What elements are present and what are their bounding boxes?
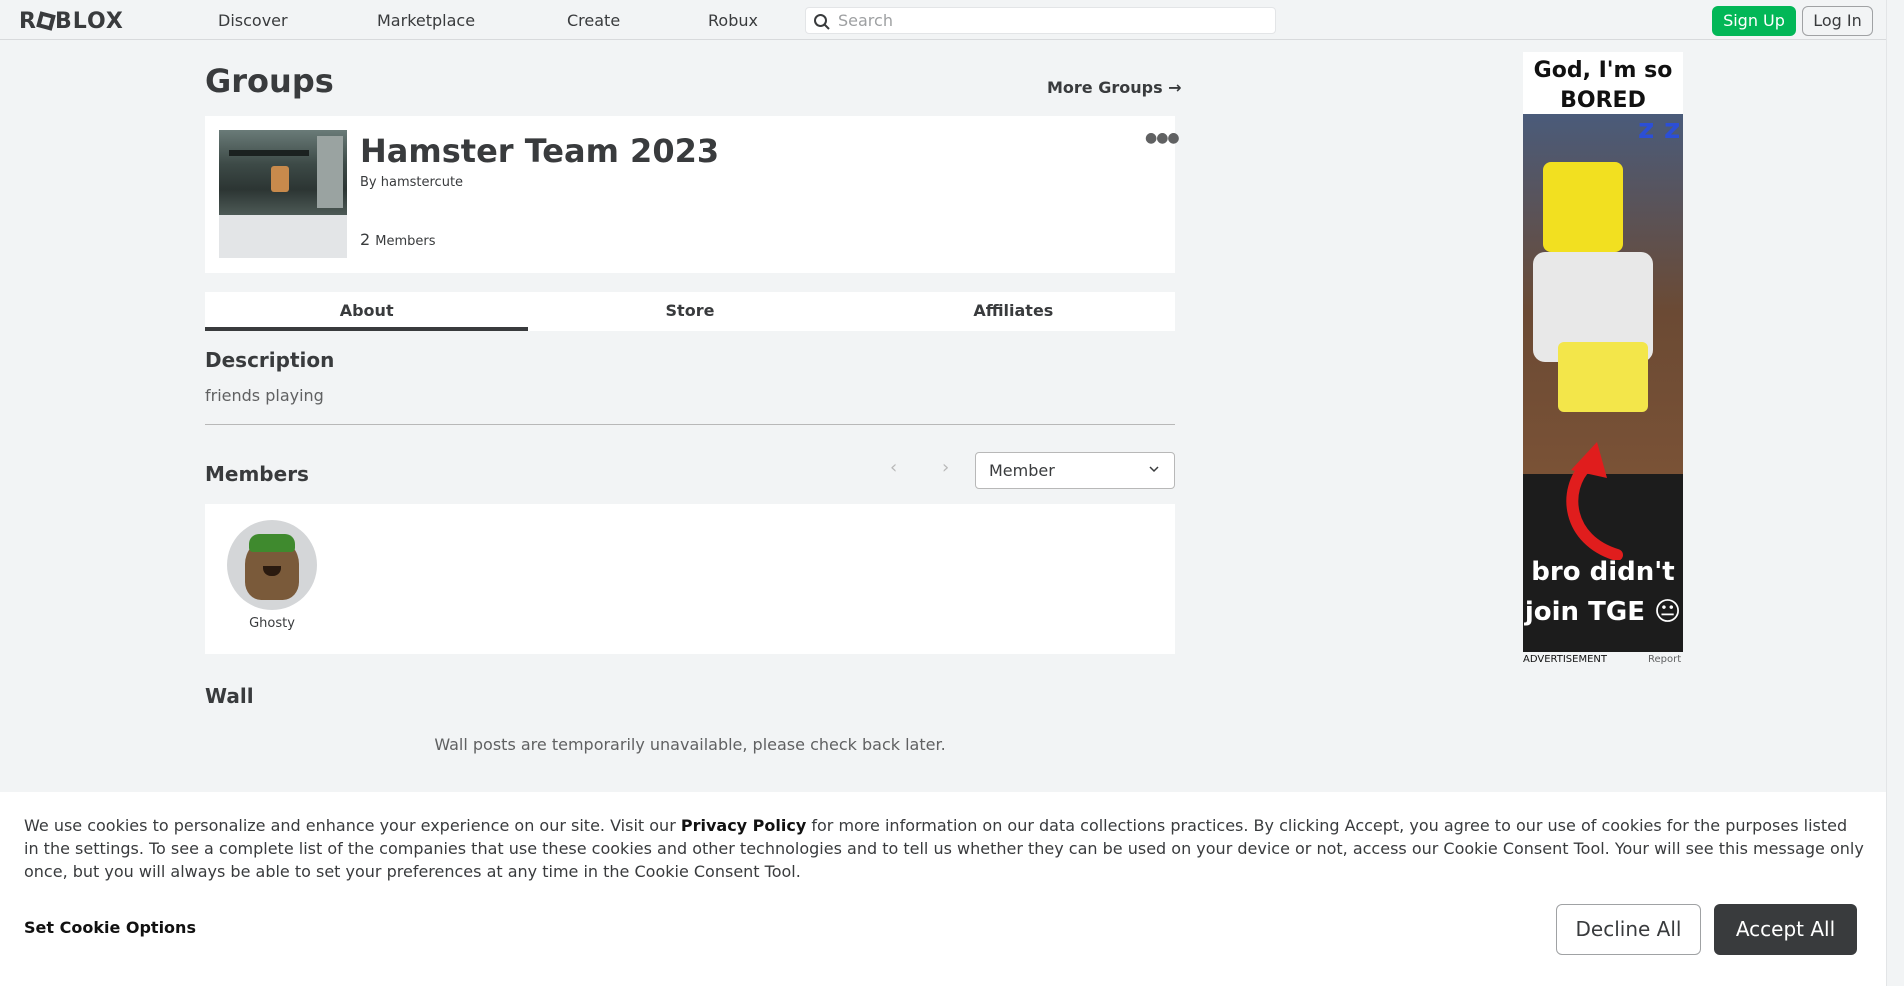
prev-page-icon[interactable]: ‹	[890, 457, 897, 478]
search-input[interactable]	[838, 10, 1258, 31]
nav-create[interactable]: Create	[567, 11, 620, 30]
advertisement-banner[interactable]: God, I'm so BORED z z bro didn't join TG…	[1523, 52, 1683, 652]
member-count: 2 Members	[360, 230, 436, 249]
member-name[interactable]: Ghosty	[227, 616, 317, 631]
decline-all-button[interactable]: Decline All	[1556, 904, 1701, 955]
description-text: friends playing	[205, 386, 324, 405]
owner-link[interactable]: hamstercute	[381, 175, 463, 190]
arrow-icon	[1566, 442, 1623, 560]
nav-discover[interactable]: Discover	[218, 11, 288, 30]
ad-label: ADVERTISEMENT	[1523, 654, 1608, 665]
group-header-card: Hamster Team 2023 By hamstercute 2 Membe…	[205, 116, 1180, 273]
by-prefix: By	[360, 175, 377, 190]
signup-button[interactable]: Sign Up	[1712, 6, 1796, 36]
cookie-text-before: We use cookies to personalize and enhanc…	[24, 816, 681, 835]
set-cookie-options-link[interactable]: Set Cookie Options	[24, 918, 196, 937]
privacy-policy-link[interactable]: Privacy Policy	[681, 816, 806, 835]
group-name: Hamster Team 2023	[360, 132, 720, 170]
divider	[205, 424, 1175, 425]
wall-heading: Wall	[205, 684, 254, 708]
search-box[interactable]	[805, 7, 1276, 34]
member-count-label: Members	[375, 234, 436, 249]
tab-affiliates[interactable]: Affiliates	[852, 292, 1175, 331]
description-heading: Description	[205, 348, 335, 372]
nav-robux[interactable]: Robux	[708, 11, 758, 30]
sleep-icon: z z	[1638, 112, 1681, 145]
ad-bottom-text: bro didn't join TGE 😐	[1524, 557, 1682, 627]
nav-marketplace[interactable]: Marketplace	[377, 11, 475, 30]
role-select[interactable]: Member	[975, 452, 1175, 489]
group-tabs: About Store Affiliates	[205, 292, 1175, 331]
chevron-down-icon	[1149, 466, 1159, 473]
more-icon[interactable]: ●●●	[1145, 130, 1180, 146]
next-page-icon[interactable]: ›	[942, 457, 949, 478]
cookie-text: We use cookies to personalize and enhanc…	[24, 814, 1864, 883]
members-heading: Members	[205, 462, 309, 486]
avatar[interactable]	[227, 520, 317, 610]
members-list: Ghosty	[205, 504, 1175, 654]
group-thumbnail	[219, 130, 347, 258]
more-groups-link[interactable]: More Groups →	[1047, 78, 1182, 97]
role-select-value: Member	[989, 461, 1055, 480]
roblox-logo[interactable]: R BLOX	[19, 9, 124, 34]
search-icon	[814, 14, 830, 30]
vertical-scrollbar[interactable]	[1886, 0, 1904, 986]
member-count-value: 2	[360, 230, 371, 249]
page-title: Groups	[205, 62, 334, 100]
group-owner-line: By hamstercute	[360, 175, 463, 190]
ad-report-link[interactable]: Report	[1648, 654, 1681, 665]
tab-store[interactable]: Store	[528, 292, 851, 331]
top-nav: R BLOX Discover Marketplace Create Robux …	[0, 0, 1886, 40]
tab-about[interactable]: About	[205, 292, 529, 331]
wall-message: Wall posts are temporarily unavailable, …	[434, 735, 946, 754]
login-button[interactable]: Log In	[1802, 6, 1873, 36]
accept-all-button[interactable]: Accept All	[1714, 904, 1857, 955]
cookie-banner: We use cookies to personalize and enhanc…	[0, 792, 1886, 986]
